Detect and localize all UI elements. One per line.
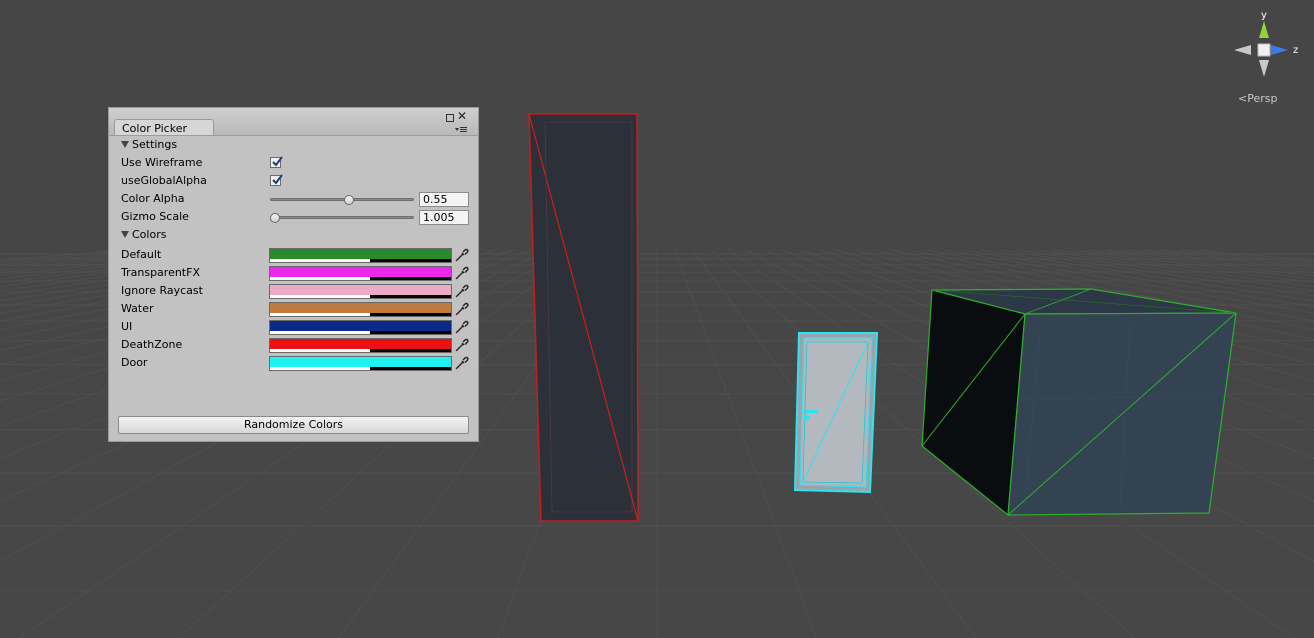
use-wireframe-label: Use Wireframe xyxy=(121,156,203,169)
door-object[interactable] xyxy=(793,332,879,494)
alpha-bar-remainder xyxy=(369,349,451,352)
checkmark-icon xyxy=(272,156,283,167)
layer-label-ui: UI xyxy=(121,320,133,333)
use-global-alpha-label: useGlobalAlpha xyxy=(121,174,207,187)
color-swatch-fill xyxy=(270,357,451,367)
gizmo-y-label: y xyxy=(1261,10,1267,21)
foldout-arrow-icon xyxy=(121,230,129,238)
color-alpha-field[interactable]: 0.55 xyxy=(419,192,469,207)
eyedropper-icon[interactable] xyxy=(455,248,469,262)
color-swatch-fill xyxy=(270,285,451,295)
layer-label-water: Water xyxy=(121,302,154,315)
color-field-door[interactable] xyxy=(269,356,452,371)
cube-object[interactable] xyxy=(921,288,1237,517)
color-field-transparentfx[interactable] xyxy=(269,266,452,281)
tall-box-object[interactable] xyxy=(528,113,639,522)
color-field-deathzone[interactable] xyxy=(269,338,452,353)
eyedropper-icon[interactable] xyxy=(455,356,469,370)
checkmark-icon xyxy=(272,174,283,185)
foldout-arrow-icon xyxy=(121,140,129,148)
color-swatch-fill xyxy=(270,321,451,331)
gizmo-neg-y-cone[interactable] xyxy=(1259,60,1269,77)
alpha-bar xyxy=(270,295,370,298)
gizmo-center-cube[interactable] xyxy=(1257,43,1271,57)
layer-label-door: Door xyxy=(121,356,148,369)
colors-foldout[interactable]: Colors xyxy=(121,227,166,243)
alpha-bar-remainder xyxy=(369,259,451,262)
layer-label-deathzone: DeathZone xyxy=(121,338,183,351)
window-header: Color Picker ✕ xyxy=(109,108,478,136)
color-field-water[interactable] xyxy=(269,302,452,317)
eyedropper-icon[interactable] xyxy=(455,302,469,316)
layer-label-transparentfx: TransparentFX xyxy=(121,266,200,279)
color-field-ignore-raycast[interactable] xyxy=(269,284,452,299)
close-icon[interactable]: ✕ xyxy=(457,110,467,122)
eyedropper-icon[interactable] xyxy=(455,266,469,280)
color-alpha-label: Color Alpha xyxy=(121,192,185,205)
color-field-default[interactable] xyxy=(269,248,452,263)
layer-label-default: Default xyxy=(121,248,162,261)
use-wireframe-checkbox[interactable] xyxy=(270,156,283,168)
randomize-colors-button[interactable]: Randomize Colors xyxy=(118,416,469,434)
layer-label-ignore-raycast: Ignore Raycast xyxy=(121,284,203,297)
maximize-icon[interactable] xyxy=(446,114,454,122)
tab-color-picker[interactable]: Color Picker xyxy=(114,119,214,135)
alpha-bar-remainder xyxy=(369,367,451,370)
gizmo-neg-x-cone[interactable] xyxy=(1234,45,1251,55)
alpha-bar xyxy=(270,331,370,334)
alpha-bar-remainder xyxy=(369,277,451,280)
alpha-bar xyxy=(270,367,370,370)
alpha-bar xyxy=(270,349,370,352)
gizmo-scale-slider[interactable] xyxy=(270,216,414,219)
color-swatch-fill xyxy=(270,249,451,259)
alpha-bar-remainder xyxy=(369,313,451,316)
gizmo-scale-slider-thumb[interactable] xyxy=(270,213,280,223)
color-field-ui[interactable] xyxy=(269,320,452,335)
color-alpha-slider[interactable] xyxy=(270,198,414,201)
use-global-alpha-checkbox[interactable] xyxy=(270,174,283,186)
gizmo-scale-field[interactable]: 1.005 xyxy=(419,210,469,225)
eyedropper-icon[interactable] xyxy=(455,284,469,298)
alpha-bar-remainder xyxy=(369,331,451,334)
chevron-left-icon: < xyxy=(1238,92,1248,105)
alpha-bar xyxy=(270,313,370,316)
color-swatch-fill xyxy=(270,303,451,313)
gizmo-z-cone[interactable] xyxy=(1271,45,1288,55)
gizmo-z-label: z xyxy=(1293,45,1298,56)
color-swatch-fill xyxy=(270,267,451,277)
gizmo-y-cone[interactable] xyxy=(1259,21,1269,38)
color-picker-window: Color Picker ✕ Settings Use Wireframe us… xyxy=(108,107,479,442)
eyedropper-icon[interactable] xyxy=(455,320,469,334)
alpha-bar xyxy=(270,277,370,280)
color-swatch-fill xyxy=(270,339,451,349)
alpha-bar-remainder xyxy=(369,295,451,298)
gizmo-scale-label: Gizmo Scale xyxy=(121,210,189,223)
color-alpha-slider-thumb[interactable] xyxy=(343,195,354,205)
menu-icon[interactable] xyxy=(455,124,467,134)
eyedropper-icon[interactable] xyxy=(455,338,469,352)
projection-label[interactable]: <Persp xyxy=(1238,92,1277,105)
settings-foldout[interactable]: Settings xyxy=(121,137,177,153)
alpha-bar xyxy=(270,259,370,262)
